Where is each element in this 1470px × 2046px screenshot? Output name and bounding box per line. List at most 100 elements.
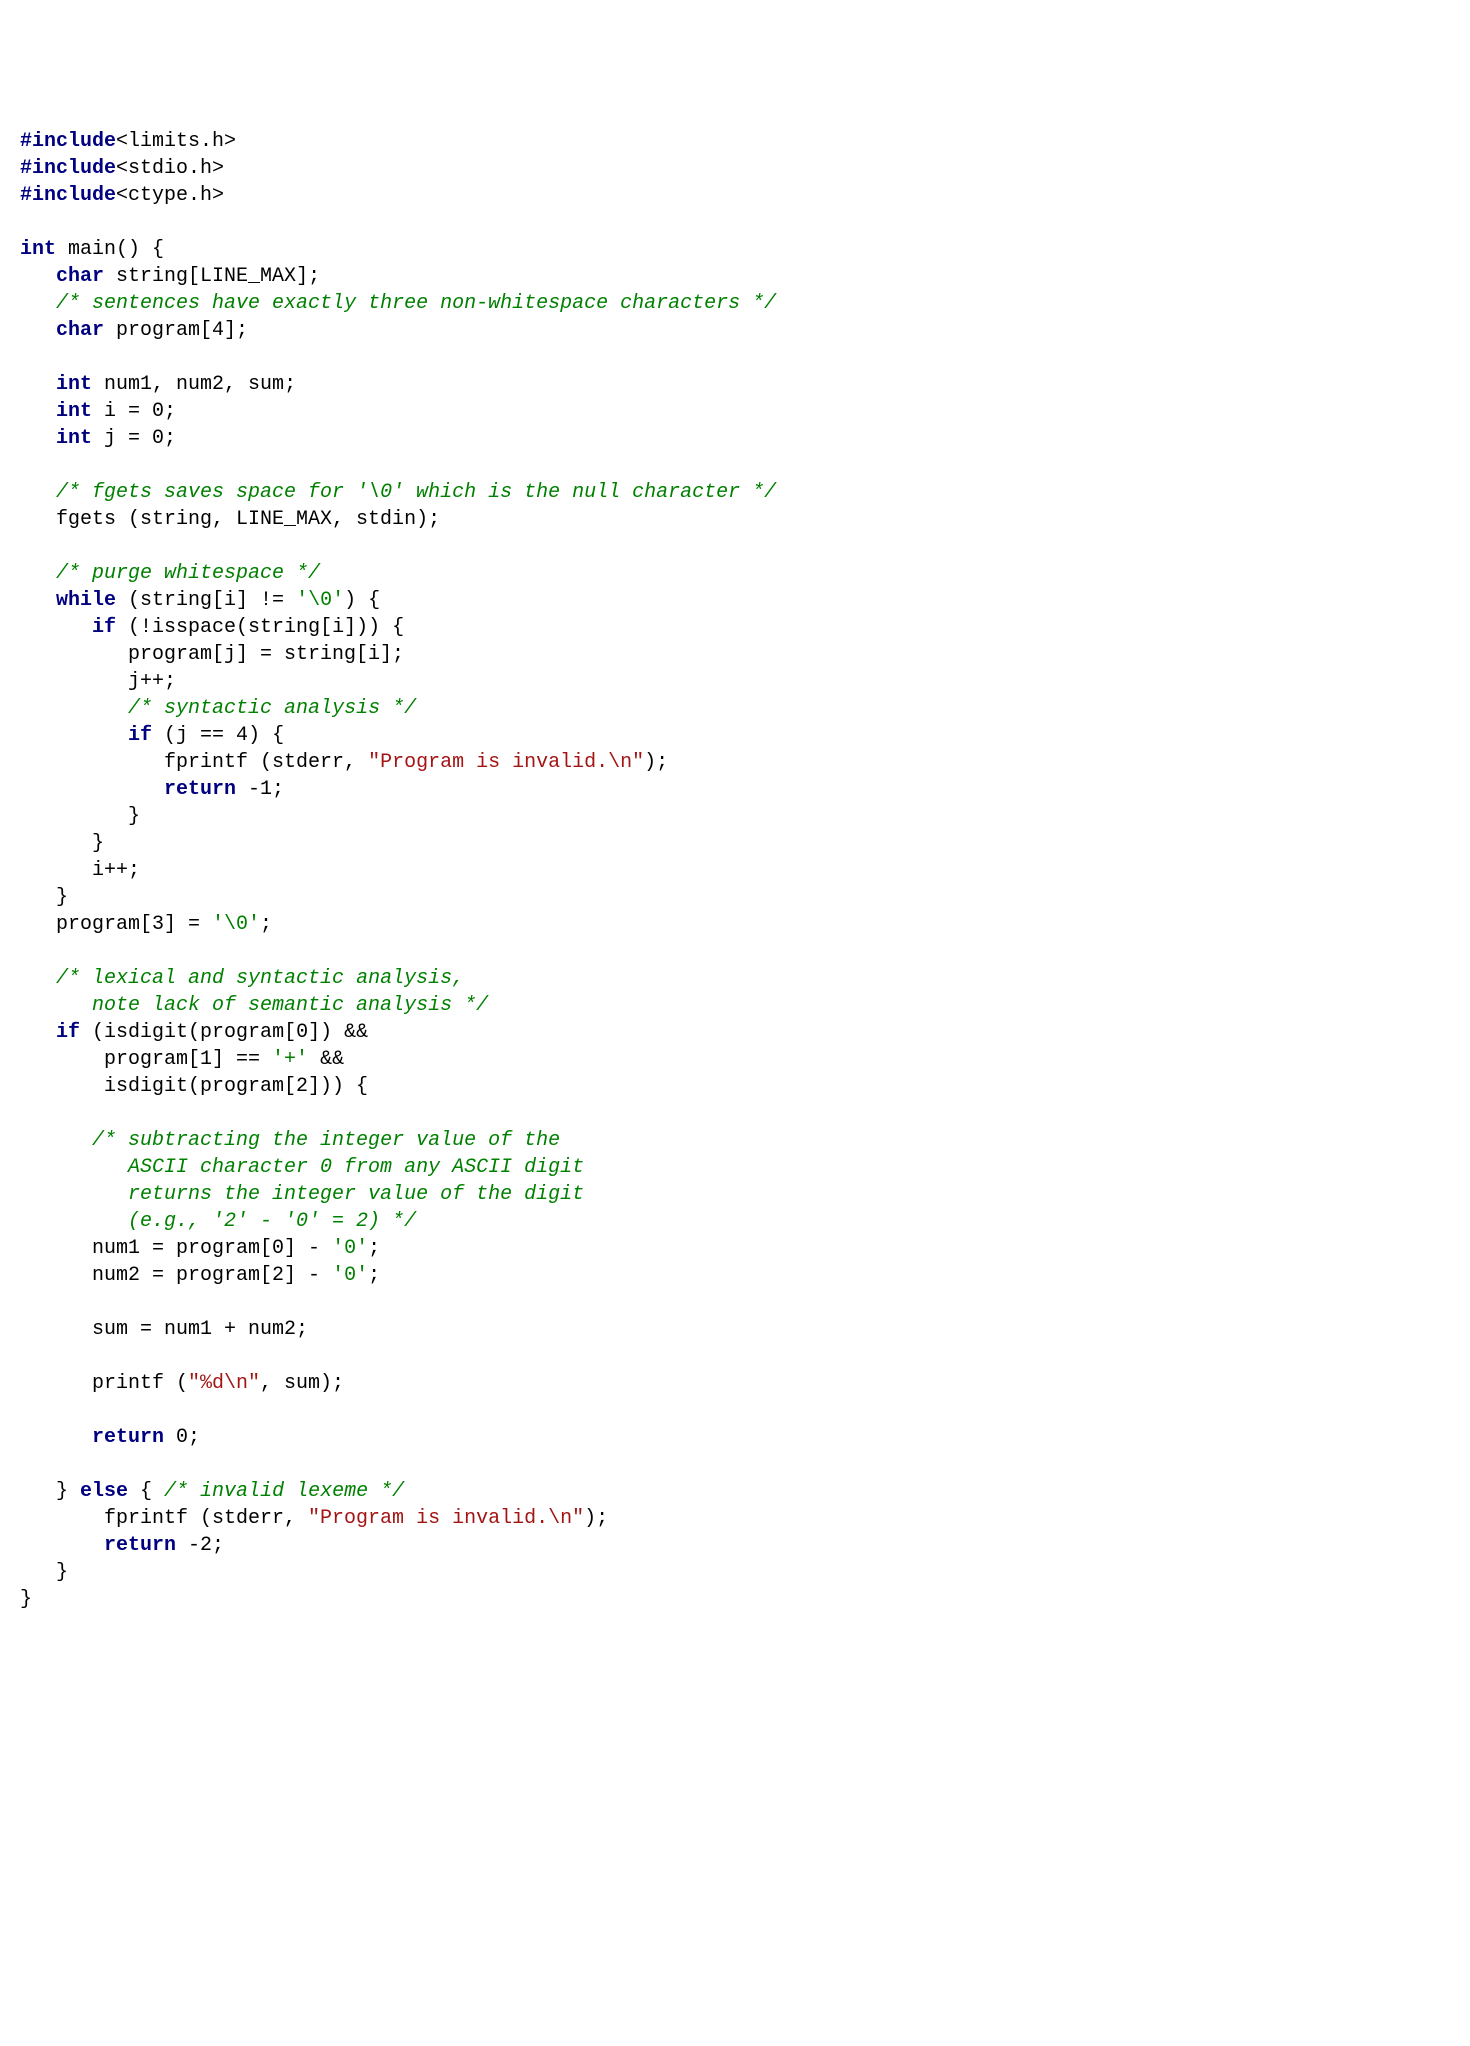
token: , sum); [260, 1372, 344, 1395]
token [20, 265, 56, 288]
code-line: int i = 0; [20, 398, 1450, 425]
token-cm: /* sentences have exactly three non-whit… [56, 292, 776, 315]
code-line: char program[4]; [20, 317, 1450, 344]
token-cm: /* subtracting the integer value of the [92, 1129, 560, 1152]
token [20, 778, 164, 801]
token: (string[i] != [116, 589, 296, 612]
code-line: fprintf (stderr, "Program is invalid.\n"… [20, 1505, 1450, 1532]
token: } [20, 1588, 32, 1611]
code-line [20, 344, 1450, 371]
token: num1, num2, sum; [92, 373, 296, 396]
token-kw: return [92, 1426, 164, 1449]
code-line [20, 452, 1450, 479]
code-line: /* fgets saves space for '\0' which is t… [20, 479, 1450, 506]
token: } [20, 1561, 68, 1584]
code-line: return 0; [20, 1424, 1450, 1451]
token: program[4]; [104, 319, 248, 342]
code-line: fprintf (stderr, "Program is invalid.\n"… [20, 749, 1450, 776]
token: ) { [344, 589, 380, 612]
token-ch: '\0' [296, 589, 344, 612]
code-line [20, 533, 1450, 560]
token [20, 1021, 56, 1044]
token [20, 616, 92, 639]
token [20, 373, 56, 396]
code-line: int num1, num2, sum; [20, 371, 1450, 398]
code-line: program[3] = '\0'; [20, 911, 1450, 938]
code-line: printf ("%d\n", sum); [20, 1370, 1450, 1397]
token-cm: /* lexical and syntactic analysis, [56, 967, 464, 990]
token: -1; [236, 778, 284, 801]
code-line [20, 1397, 1450, 1424]
token: program[1] == [20, 1048, 272, 1071]
token [20, 1426, 92, 1449]
code-line [20, 209, 1450, 236]
code-line: /* subtracting the integer value of the [20, 1127, 1450, 1154]
token: <ctype.h> [116, 184, 224, 207]
code-line: } else { /* invalid lexeme */ [20, 1478, 1450, 1505]
code-line [20, 1343, 1450, 1370]
token [20, 400, 56, 423]
code-line: if (isdigit(program[0]) && [20, 1019, 1450, 1046]
token: main() { [56, 238, 164, 261]
token: ; [260, 913, 272, 936]
token: j = 0; [92, 427, 176, 450]
code-line: int j = 0; [20, 425, 1450, 452]
token-kw: #include [20, 184, 116, 207]
token: (isdigit(program[0]) && [80, 1021, 368, 1044]
code-listing: #include<limits.h>#include<stdio.h>#incl… [20, 128, 1450, 1613]
token-kw: return [164, 778, 236, 801]
token-kw: #include [20, 157, 116, 180]
token [20, 292, 56, 315]
token-kw: char [56, 319, 104, 342]
code-line: } [20, 1586, 1450, 1613]
token [20, 481, 56, 504]
token-cm: note lack of semantic analysis */ [20, 994, 488, 1017]
code-line [20, 1100, 1450, 1127]
code-line: } [20, 884, 1450, 911]
code-line: ASCII character 0 from any ASCII digit [20, 1154, 1450, 1181]
token-st: "Program is invalid.\n" [368, 751, 644, 774]
token [20, 589, 56, 612]
token: program[j] = string[i]; [20, 643, 404, 666]
token [20, 562, 56, 585]
token-cm: /* purge whitespace */ [56, 562, 320, 585]
token-st: "%d\n" [188, 1372, 260, 1395]
code-line: /* sentences have exactly three non-whit… [20, 290, 1450, 317]
token-kw: char [56, 265, 104, 288]
token [20, 1534, 104, 1557]
token [20, 724, 128, 747]
code-line: isdigit(program[2])) { [20, 1073, 1450, 1100]
token [20, 1129, 92, 1152]
token: string[LINE_MAX]; [104, 265, 320, 288]
token-ch: '0' [332, 1237, 368, 1260]
token: } [20, 886, 68, 909]
code-line: /* syntactic analysis */ [20, 695, 1450, 722]
token: isdigit(program[2])) { [20, 1075, 368, 1098]
code-line: if (j == 4) { [20, 722, 1450, 749]
token [20, 967, 56, 990]
code-line: (e.g., '2' - '0' = 2) */ [20, 1208, 1450, 1235]
token [20, 319, 56, 342]
token-ch: '+' [272, 1048, 308, 1071]
token-cm: /* invalid lexeme */ [164, 1480, 404, 1503]
token: fprintf (stderr, [20, 1507, 308, 1530]
token: (!isspace(string[i])) { [116, 616, 404, 639]
token: <stdio.h> [116, 157, 224, 180]
token-cm: /* syntactic analysis */ [128, 697, 416, 720]
code-line: fgets (string, LINE_MAX, stdin); [20, 506, 1450, 533]
token: j++; [20, 670, 176, 693]
token: ; [368, 1264, 380, 1287]
code-line: j++; [20, 668, 1450, 695]
code-line: returns the integer value of the digit [20, 1181, 1450, 1208]
token-ch: '0' [332, 1264, 368, 1287]
token: printf ( [20, 1372, 188, 1395]
token: fgets (string, LINE_MAX, stdin); [20, 508, 440, 531]
token-kw: while [56, 589, 116, 612]
token: i = 0; [92, 400, 176, 423]
token-ch: '\0' [212, 913, 260, 936]
code-line: /* purge whitespace */ [20, 560, 1450, 587]
code-line: program[j] = string[i]; [20, 641, 1450, 668]
token-kw: int [56, 427, 92, 450]
token-cm: /* fgets saves space for '\0' which is t… [56, 481, 776, 504]
token: } [20, 805, 140, 828]
